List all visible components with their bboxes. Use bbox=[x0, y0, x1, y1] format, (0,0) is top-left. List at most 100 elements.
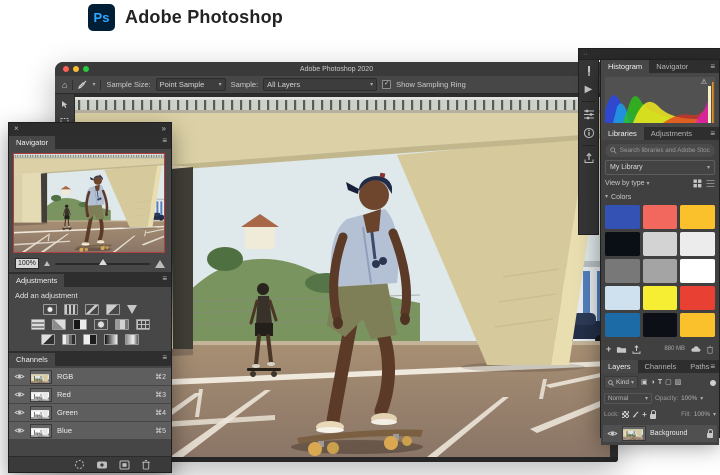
panel-menu-icon[interactable]: ≡ bbox=[710, 363, 715, 371]
home-icon[interactable]: ⌂ bbox=[62, 80, 67, 90]
view-by-type-dropdown[interactable]: View by type ▾ bbox=[605, 180, 650, 187]
visibility-eye-icon[interactable] bbox=[14, 427, 25, 434]
type-layer-filter-icon[interactable]: T bbox=[658, 379, 662, 386]
navigator-preview[interactable] bbox=[14, 154, 164, 252]
color-balance-icon[interactable] bbox=[52, 319, 66, 330]
levels-icon[interactable] bbox=[64, 304, 78, 315]
sync-cloud-icon[interactable] bbox=[690, 345, 701, 353]
tab-adjustments[interactable]: Adjustments bbox=[644, 127, 699, 140]
lock-pixels-brush-icon[interactable] bbox=[632, 411, 639, 418]
color-swatch[interactable] bbox=[680, 259, 715, 283]
channel-row-blue[interactable]: Blue ⌘5 bbox=[9, 422, 171, 439]
color-swatch[interactable] bbox=[643, 313, 678, 337]
shape-layer-filter-icon[interactable]: ▢ bbox=[665, 379, 672, 386]
lock-transparency-icon[interactable] bbox=[622, 411, 629, 418]
color-swatch[interactable] bbox=[605, 205, 640, 229]
sample-size-select[interactable]: Point Sample ▾ bbox=[156, 78, 226, 91]
color-lookup-icon[interactable] bbox=[136, 319, 150, 330]
tab-histogram[interactable]: Histogram bbox=[601, 60, 649, 73]
visibility-eye-icon[interactable] bbox=[14, 391, 25, 398]
visibility-eye-icon[interactable] bbox=[14, 409, 25, 416]
invert-icon[interactable] bbox=[41, 334, 55, 345]
library-select[interactable]: My Library ▾ bbox=[605, 160, 715, 175]
panel-menu-icon[interactable]: ≡ bbox=[710, 63, 715, 71]
grid-view-icon[interactable] bbox=[693, 179, 702, 188]
zoom-slider-thumb[interactable] bbox=[99, 259, 107, 265]
color-swatch[interactable] bbox=[605, 313, 640, 337]
color-swatch[interactable] bbox=[680, 313, 715, 337]
photo-filter-icon[interactable] bbox=[94, 319, 108, 330]
panel-menu-icon[interactable]: ≡ bbox=[162, 354, 167, 362]
properties-icon[interactable] bbox=[583, 108, 595, 120]
color-swatch[interactable] bbox=[680, 286, 715, 310]
move-tool-icon[interactable] bbox=[60, 100, 69, 109]
load-selection-icon[interactable] bbox=[74, 459, 85, 470]
posterize-icon[interactable] bbox=[62, 334, 76, 345]
save-selection-icon[interactable] bbox=[96, 460, 108, 470]
vibrance-icon[interactable] bbox=[127, 305, 137, 314]
gradient-map-icon[interactable] bbox=[104, 334, 118, 345]
delete-icon[interactable] bbox=[706, 345, 714, 354]
delete-channel-icon[interactable] bbox=[141, 459, 151, 470]
brightness-contrast-icon[interactable] bbox=[43, 304, 57, 315]
brush-settings-icon[interactable] bbox=[583, 65, 595, 77]
layer-lock-icon[interactable] bbox=[707, 433, 713, 438]
threshold-icon[interactable] bbox=[83, 334, 97, 345]
color-swatch[interactable] bbox=[605, 259, 640, 283]
selective-color-icon[interactable] bbox=[125, 334, 139, 345]
background-layer-row[interactable]: Background bbox=[603, 425, 717, 442]
panel-close-icon[interactable]: × bbox=[14, 124, 19, 133]
channel-mixer-icon[interactable] bbox=[115, 319, 129, 330]
tab-channels[interactable]: Channels bbox=[9, 353, 55, 366]
lock-position-icon[interactable]: + bbox=[642, 410, 647, 419]
new-group-folder-icon[interactable] bbox=[616, 345, 627, 354]
visibility-eye-icon[interactable] bbox=[14, 373, 25, 380]
upload-icon[interactable] bbox=[632, 345, 641, 354]
zoom-out-icon[interactable] bbox=[44, 261, 50, 266]
filter-kind-dropdown[interactable]: Kind ▾ bbox=[604, 376, 638, 389]
adjustment-layer-filter-icon[interactable]: ◑ bbox=[651, 379, 655, 386]
new-channel-icon[interactable] bbox=[119, 460, 130, 470]
blend-mode-select[interactable]: Normal ▾ bbox=[604, 393, 652, 404]
opacity-value[interactable]: 100% bbox=[681, 395, 697, 402]
colors-section-header[interactable]: ▾ Colors bbox=[605, 192, 715, 202]
collapse-panels-icon[interactable]: » bbox=[162, 124, 166, 133]
info-icon[interactable] bbox=[583, 127, 595, 139]
add-element-icon[interactable]: + bbox=[606, 344, 611, 354]
zoom-value-field[interactable]: 100% bbox=[15, 258, 39, 269]
histogram-warning-icon[interactable]: ⚠ bbox=[701, 78, 707, 86]
lock-all-icon[interactable] bbox=[650, 414, 656, 419]
color-swatch[interactable] bbox=[605, 232, 640, 256]
tab-channels[interactable]: Channels bbox=[638, 360, 684, 373]
visibility-eye-icon[interactable] bbox=[607, 430, 618, 437]
color-swatch[interactable] bbox=[643, 205, 678, 229]
color-swatch[interactable] bbox=[680, 232, 715, 256]
hue-saturation-icon[interactable] bbox=[31, 319, 45, 330]
tab-navigator[interactable]: Navigator bbox=[649, 60, 695, 73]
channel-row-red[interactable]: Red ⌘3 bbox=[9, 386, 171, 403]
channel-row-rgb[interactable]: RGB ⌘2 bbox=[9, 368, 171, 385]
tab-navigator[interactable]: Navigator bbox=[9, 136, 55, 149]
color-swatch[interactable] bbox=[680, 205, 715, 229]
list-view-icon[interactable] bbox=[706, 179, 715, 188]
exposure-icon[interactable] bbox=[106, 304, 120, 315]
eyedropper-dropdown-icon[interactable]: ▾ bbox=[92, 82, 95, 88]
curves-icon[interactable] bbox=[85, 304, 99, 315]
export-icon[interactable] bbox=[583, 152, 595, 164]
filter-toggle-icon[interactable] bbox=[710, 380, 716, 386]
panel-menu-icon[interactable]: ≡ bbox=[162, 275, 167, 283]
eyedropper-icon[interactable] bbox=[78, 80, 87, 89]
zoom-slider[interactable] bbox=[55, 263, 150, 265]
pixel-layer-filter-icon[interactable]: ▣ bbox=[641, 379, 648, 386]
color-swatch[interactable] bbox=[643, 286, 678, 310]
tab-adjustments[interactable]: Adjustments bbox=[9, 274, 64, 287]
channel-row-green[interactable]: Green ⌘4 bbox=[9, 404, 171, 421]
color-swatch[interactable] bbox=[643, 232, 678, 256]
color-swatch[interactable] bbox=[643, 259, 678, 283]
actions-play-icon[interactable]: ▶ bbox=[585, 84, 593, 95]
sampling-ring-checkbox[interactable]: ✓ bbox=[382, 80, 391, 89]
sample-select[interactable]: All Layers ▾ bbox=[263, 78, 377, 91]
panel-menu-icon[interactable]: ≡ bbox=[162, 137, 167, 145]
libraries-search-input[interactable]: Search libraries and Adobe Stock bbox=[605, 144, 715, 157]
color-swatch[interactable] bbox=[605, 286, 640, 310]
